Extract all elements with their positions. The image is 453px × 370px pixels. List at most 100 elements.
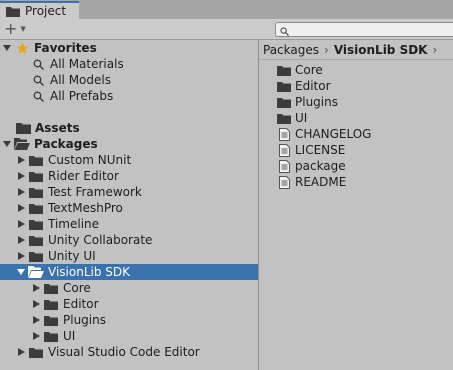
tree-item-test-framework[interactable]: Test Framework xyxy=(0,184,274,200)
breadcrumb-item-packages[interactable]: Packages xyxy=(263,43,319,57)
folder-icon xyxy=(28,248,44,264)
collapse-arrow-icon[interactable] xyxy=(16,152,26,168)
text-file-icon xyxy=(276,158,292,174)
folder-open-icon xyxy=(28,264,44,280)
collapse-arrow-icon[interactable] xyxy=(16,248,26,264)
collapse-arrow-icon[interactable] xyxy=(16,344,26,360)
tree-label: Test Framework xyxy=(48,185,142,199)
tree-item-all-prefabs[interactable]: All Prefabs xyxy=(0,88,288,104)
collapse-arrow-icon[interactable] xyxy=(31,296,41,312)
tree-label: Rider Editor xyxy=(48,169,119,183)
folder-icon xyxy=(28,232,44,248)
expand-arrow-icon[interactable] xyxy=(2,136,12,152)
tree-label: Visual Studio Code Editor xyxy=(48,345,200,359)
expand-arrow-icon[interactable] xyxy=(2,40,12,56)
list-item-file-changelog[interactable]: CHANGELOG xyxy=(276,126,371,142)
tree-item-all-materials[interactable]: All Materials xyxy=(0,56,288,72)
collapse-arrow-icon[interactable] xyxy=(16,232,26,248)
tree-item-packages[interactable]: Packages xyxy=(0,136,258,152)
text-file-icon xyxy=(276,174,292,190)
tab-bar: Project xyxy=(0,0,453,19)
folder-icon xyxy=(28,168,44,184)
item-label: UI xyxy=(295,111,308,125)
tree-item-rider-editor[interactable]: Rider Editor xyxy=(0,168,274,184)
item-label: LICENSE xyxy=(295,143,346,157)
star-icon xyxy=(14,40,30,56)
search-input[interactable] xyxy=(275,22,453,37)
tree-label: VisionLib SDK xyxy=(48,265,130,279)
tree-label: Favorites xyxy=(34,41,97,55)
tree-label: UI xyxy=(63,329,76,343)
search-icon xyxy=(30,56,46,72)
tree-label: Unity Collaborate xyxy=(48,233,153,247)
folder-icon xyxy=(43,280,59,296)
create-button[interactable]: + ▼ xyxy=(4,19,32,39)
item-label: Plugins xyxy=(295,95,338,109)
tree-item-visual-studio-code-editor[interactable]: Visual Studio Code Editor xyxy=(0,344,274,360)
tree-item-visionlib-sdk[interactable]: VisionLib SDK xyxy=(0,264,274,280)
folder-icon xyxy=(276,94,292,110)
tree-label: All Materials xyxy=(50,57,124,71)
tree-item-unity-collaborate[interactable]: Unity Collaborate xyxy=(0,232,274,248)
chevron-right-icon: › xyxy=(324,42,329,57)
collapse-arrow-icon[interactable] xyxy=(16,200,26,216)
collapse-arrow-icon[interactable] xyxy=(31,280,41,296)
tree-label: Plugins xyxy=(63,313,106,327)
folder-icon xyxy=(276,62,292,78)
item-label: Core xyxy=(295,63,323,77)
tree-label: Timeline xyxy=(48,217,100,231)
list-item-file-readme[interactable]: README xyxy=(276,174,346,190)
breadcrumb-item-visionlib-sdk[interactable]: VisionLib SDK xyxy=(334,43,428,57)
tree-label: Unity UI xyxy=(48,249,96,263)
folder-icon xyxy=(28,344,44,360)
chevron-right-icon: › xyxy=(432,42,438,57)
list-item-folder-editor[interactable]: Editor xyxy=(276,78,331,94)
tree-label: Custom NUnit xyxy=(48,153,132,167)
search-icon xyxy=(30,72,46,88)
collapse-arrow-icon[interactable] xyxy=(16,216,26,232)
tab-project[interactable]: Project xyxy=(0,1,79,19)
list-item-folder-plugins[interactable]: Plugins xyxy=(276,94,338,110)
folder-icon xyxy=(28,200,44,216)
folder-icon xyxy=(6,3,20,19)
tree-label: Editor xyxy=(63,297,99,311)
tree-label: TextMeshPro xyxy=(48,201,123,215)
tree-item-timeline[interactable]: Timeline xyxy=(0,216,274,232)
tree-item-unity-ui[interactable]: Unity UI xyxy=(0,248,274,264)
tree-label: Packages xyxy=(34,137,98,151)
tree-item-plugins[interactable]: Plugins xyxy=(0,312,289,328)
tree-item-favorites[interactable]: Favorites xyxy=(0,40,258,56)
collapse-arrow-icon[interactable] xyxy=(16,168,26,184)
tree-item-core[interactable]: Core xyxy=(0,280,289,296)
folder-icon xyxy=(276,78,292,94)
breadcrumb: Packages › VisionLib SDK › xyxy=(259,40,453,60)
tree-item-all-models[interactable]: All Models xyxy=(0,72,288,88)
expand-arrow-icon[interactable] xyxy=(16,264,26,280)
search-icon xyxy=(30,88,46,104)
tree-item-ui[interactable]: UI xyxy=(0,328,289,344)
folder-icon xyxy=(15,120,31,136)
caret-down-icon: ▼ xyxy=(20,25,26,33)
tree-label: All Prefabs xyxy=(50,89,114,103)
list-item-folder-core[interactable]: Core xyxy=(276,62,323,78)
collapse-arrow-icon[interactable] xyxy=(31,328,41,344)
folder-icon xyxy=(276,110,292,126)
tree-item-textmeshpro[interactable]: TextMeshPro xyxy=(0,200,274,216)
project-tree: Favorites All Materials All Models All P… xyxy=(0,40,274,370)
search-icon xyxy=(280,25,289,39)
tree-item-editor[interactable]: Editor xyxy=(0,296,289,312)
folder-icon xyxy=(28,152,44,168)
list-item-file-package[interactable]: package xyxy=(276,158,346,174)
folder-icon xyxy=(28,216,44,232)
list-item-folder-ui[interactable]: UI xyxy=(276,110,307,126)
folder-icon xyxy=(28,184,44,200)
item-label: README xyxy=(295,175,347,189)
tree-item-custom-nunit[interactable]: Custom NUnit xyxy=(0,152,274,168)
list-item-file-license[interactable]: LICENSE xyxy=(276,142,345,158)
folder-icon xyxy=(43,328,59,344)
tree-item-assets[interactable]: Assets xyxy=(0,120,273,136)
tab-label: Project xyxy=(25,4,67,18)
tree-label: All Models xyxy=(50,73,111,87)
collapse-arrow-icon[interactable] xyxy=(31,312,41,328)
collapse-arrow-icon[interactable] xyxy=(16,184,26,200)
